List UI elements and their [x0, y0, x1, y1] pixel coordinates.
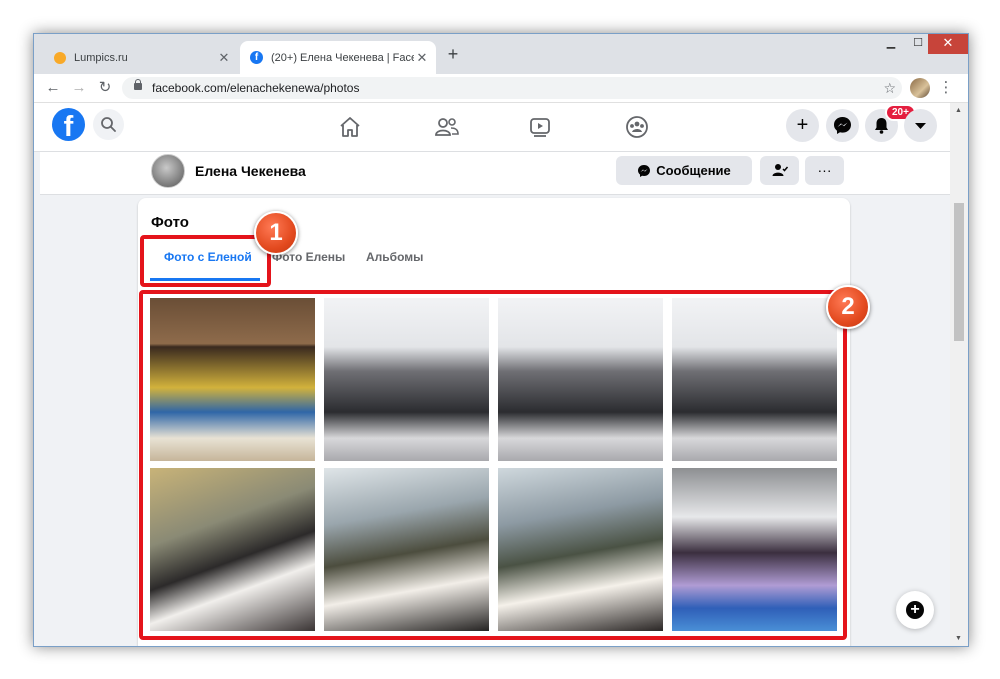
new-message-button[interactable]: + — [896, 591, 934, 629]
new-tab-button[interactable]: + — [442, 43, 464, 65]
profile-name[interactable]: Елена Чекенева — [195, 163, 306, 179]
profile-avatar[interactable] — [151, 154, 185, 188]
profile-bar: Елена Чекенева Сообщение ··· — [40, 152, 950, 195]
tab-title: (20+) Елена Чекенева | Facebook — [271, 51, 414, 64]
step-marker-1: 1 — [254, 211, 298, 255]
lumpics-favicon-icon — [54, 51, 66, 64]
account-menu-button[interactable] — [904, 109, 937, 142]
home-icon[interactable] — [333, 110, 367, 144]
facebook-logo-icon[interactable]: f — [52, 108, 85, 141]
caret-down-icon — [915, 123, 926, 129]
back-arrow-icon[interactable]: ← — [42, 77, 64, 99]
page-scrollbar[interactable]: ▲ ▼ — [950, 103, 968, 646]
tab-close-icon[interactable]: ✕ — [216, 50, 232, 66]
url-text: facebook.com/elenachekenewa/photos — [152, 81, 360, 95]
highlight-box-tab — [140, 235, 271, 287]
watch-icon[interactable] — [523, 110, 557, 144]
search-button[interactable] — [93, 109, 124, 140]
address-bar[interactable]: facebook.com/elenachekenewa/photos ☆ — [122, 77, 902, 99]
browser-toolbar: ← → ↻ facebook.com/elenachekenewa/photos… — [34, 74, 968, 103]
browser-profile-avatar[interactable] — [910, 78, 930, 98]
close-window-button[interactable]: ✕ — [928, 34, 968, 54]
groups-icon[interactable] — [620, 110, 654, 144]
tab-title: Lumpics.ru — [74, 51, 128, 64]
message-button-label: Сообщение — [656, 163, 731, 178]
tab-close-icon[interactable]: ✕ — [414, 50, 430, 66]
tab-albums[interactable]: Альбомы — [366, 250, 423, 264]
tab-strip: Lumpics.ru ✕ f (20+) Елена Чекенева | Fa… — [34, 34, 968, 74]
browser-menu-icon[interactable]: ⋮ — [936, 77, 956, 99]
bookmark-star-icon[interactable]: ☆ — [883, 77, 896, 99]
tab-lumpics[interactable]: Lumpics.ru ✕ — [42, 41, 238, 74]
photos-title: Фото — [151, 214, 189, 231]
forward-arrow-icon[interactable]: → — [68, 77, 90, 99]
scroll-down-arrow-icon[interactable]: ▼ — [955, 635, 962, 642]
friend-check-icon — [772, 164, 788, 176]
tab-facebook[interactable]: f (20+) Елена Чекенева | Facebook ✕ — [240, 41, 436, 74]
friend-status-button[interactable] — [760, 156, 799, 185]
scroll-up-arrow-icon[interactable]: ▲ — [955, 107, 962, 114]
scrollbar-thumb[interactable] — [954, 203, 964, 341]
messenger-icon — [638, 164, 651, 177]
plus-icon: + — [910, 601, 920, 618]
more-options-button[interactable]: ··· — [805, 156, 844, 185]
messenger-button[interactable] — [826, 109, 859, 142]
step-marker-2: 2 — [826, 285, 870, 329]
reload-icon[interactable]: ↻ — [94, 77, 116, 99]
search-icon — [101, 117, 116, 132]
facebook-header: f + 20+ — [34, 103, 950, 152]
facebook-favicon-icon: f — [250, 51, 263, 64]
message-button[interactable]: Сообщение — [616, 156, 752, 185]
create-button[interactable]: + — [786, 109, 819, 142]
messenger-icon — [834, 117, 851, 134]
lock-icon — [134, 79, 142, 90]
highlight-box-photos — [139, 290, 847, 640]
friends-icon[interactable] — [430, 110, 464, 144]
